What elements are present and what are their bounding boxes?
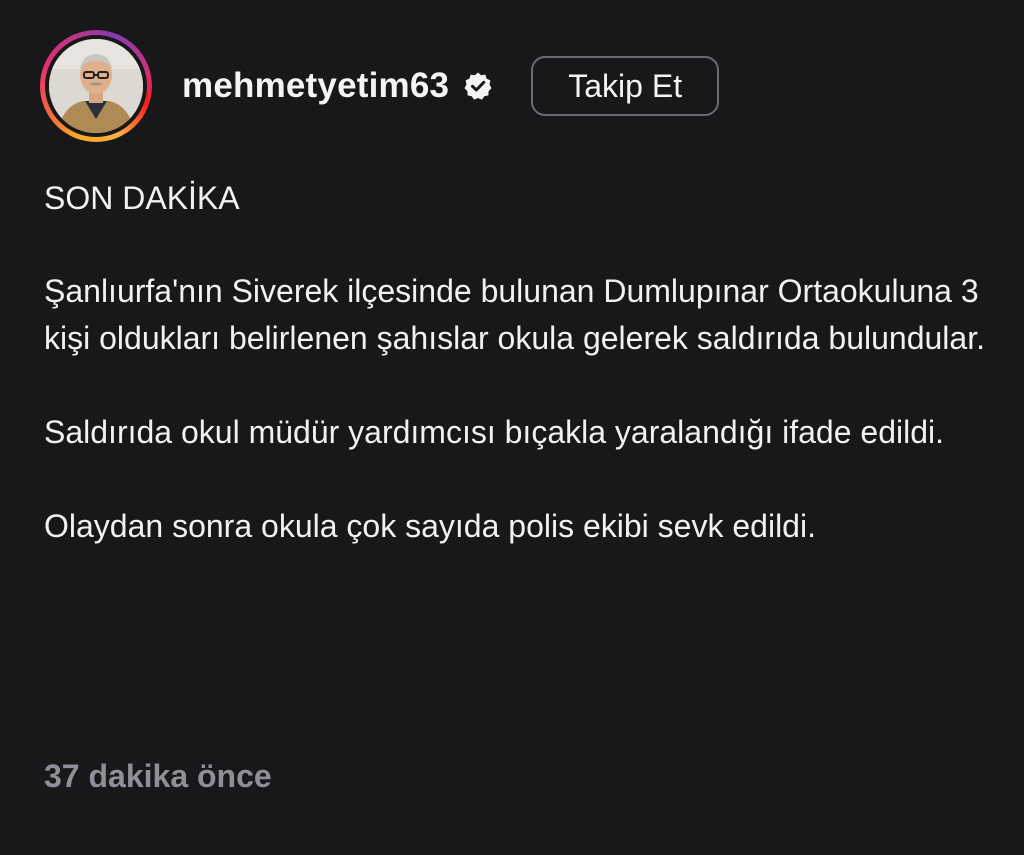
story-ring[interactable] [40, 30, 152, 142]
headline: SON DAKİKA [44, 180, 240, 216]
caption-paragraph-2: Saldırıda okul müdür yardımcısı bıçakla … [44, 414, 945, 450]
post-header: mehmetyetim63 Takip Et [40, 30, 720, 142]
post-card: mehmetyetim63 Takip Et SON DAKİKA Şanlıu… [0, 0, 1024, 855]
post-caption: SON DAKİKA Şanlıurfa'nın Siverek ilçesin… [44, 175, 994, 550]
profile-photo-icon [49, 39, 143, 133]
avatar[interactable] [49, 39, 143, 133]
caption-paragraph-1: Şanlıurfa'nın Siverek ilçesinde bulunan … [44, 273, 985, 356]
post-timestamp: 37 dakika önce [44, 758, 272, 794]
caption-paragraph-3: Olaydan sonra okula çok sayıda polis eki… [44, 508, 816, 544]
verified-badge-icon [463, 71, 493, 101]
follow-button[interactable]: Takip Et [531, 56, 720, 116]
username[interactable]: mehmetyetim63 [182, 66, 449, 106]
